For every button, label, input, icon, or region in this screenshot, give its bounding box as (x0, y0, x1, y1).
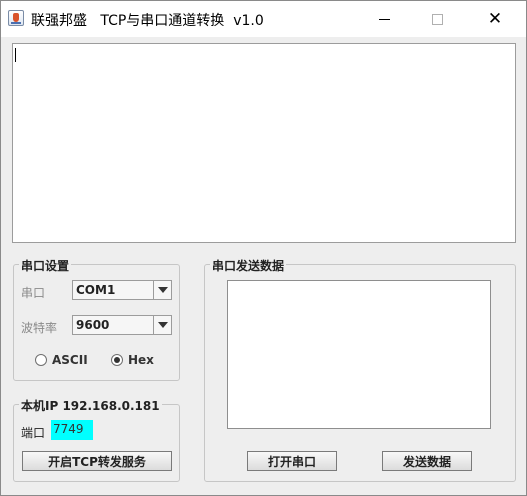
radio-hex-circle[interactable] (111, 354, 123, 366)
radio-hex[interactable]: Hex (111, 353, 154, 367)
serial-send-title: 串口发送数据 (210, 257, 287, 274)
maximize-button[interactable] (414, 1, 460, 37)
main-window: 联强邦盛 TCP与串口通道转换 v1.0 ✕ 串口设置 串口 COM1 波特率 … (0, 0, 527, 496)
chevron-down-icon[interactable] (153, 316, 171, 334)
serial-port-label: 串口 (21, 286, 46, 300)
maximize-icon (431, 13, 443, 25)
baud-rate-select[interactable]: 9600 (72, 315, 172, 335)
local-ip-title: 本机IP 192.168.0.181 (19, 397, 162, 414)
window-title: 联强邦盛 TCP与串口通道转换 v1.0 (31, 13, 264, 29)
text-caret (15, 48, 16, 62)
tcp-port-label: 端口 (21, 426, 46, 440)
log-textarea[interactable] (12, 43, 516, 243)
radio-ascii[interactable]: ASCII (35, 353, 88, 367)
radio-ascii-label: ASCII (52, 353, 88, 367)
tcp-port-input[interactable]: 7749 (51, 420, 93, 440)
open-serial-button[interactable]: 打开串口 (247, 451, 337, 471)
baud-rate-value: 9600 (76, 318, 110, 332)
start-tcp-forward-button[interactable]: 开启TCP转发服务 (22, 451, 172, 471)
serial-send-textarea[interactable] (227, 280, 491, 429)
minimize-button[interactable] (361, 1, 407, 37)
close-icon: ✕ (487, 8, 503, 29)
serial-port-select[interactable]: COM1 (72, 280, 172, 300)
java-app-icon (8, 10, 24, 26)
serial-settings-title: 串口设置 (19, 257, 72, 274)
radio-hex-label: Hex (128, 353, 154, 367)
baud-rate-label: 波特率 (21, 321, 58, 335)
serial-port-value: COM1 (76, 283, 116, 297)
radio-ascii-circle[interactable] (35, 354, 47, 366)
chevron-down-icon[interactable] (153, 281, 171, 299)
title-bar[interactable]: 联强邦盛 TCP与串口通道转换 v1.0 ✕ (1, 1, 526, 37)
minimize-icon (378, 18, 390, 20)
send-data-button[interactable]: 发送数据 (382, 451, 472, 471)
close-button[interactable]: ✕ (472, 1, 518, 37)
